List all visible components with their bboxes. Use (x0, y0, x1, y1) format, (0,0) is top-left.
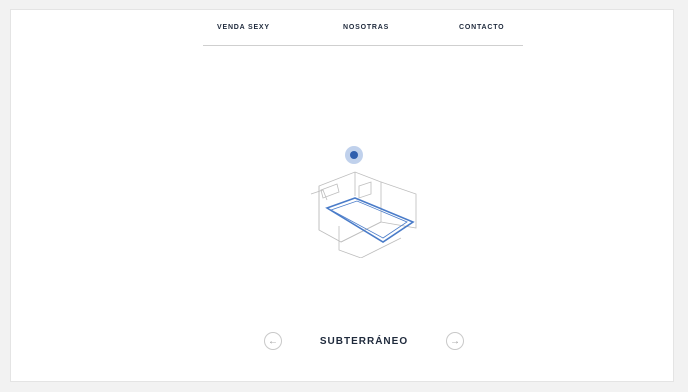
nav-nosotras[interactable]: NOSOTRAS (343, 24, 389, 31)
location-dot-icon (350, 151, 358, 159)
arrow-left-icon: ← (268, 335, 278, 347)
prev-floor-button[interactable]: ← (264, 332, 282, 350)
arrow-right-icon: → (450, 335, 460, 347)
floor-illustration (291, 138, 421, 259)
floor-pager: ← SUBTERRÁNEO → (264, 332, 464, 354)
page-frame: VENDA SEXY NOSOTRAS CONTACTO ← SUBTERRÁN… (10, 9, 674, 382)
floor-title: SUBTERRÁNEO (319, 336, 409, 347)
nav-contacto[interactable]: CONTACTO (459, 24, 504, 31)
nav-venda-sexy[interactable]: VENDA SEXY (217, 24, 270, 31)
isometric-room-icon (310, 146, 417, 259)
next-floor-button[interactable]: → (446, 332, 464, 350)
top-nav: VENDA SEXY NOSOTRAS CONTACTO (203, 10, 523, 46)
